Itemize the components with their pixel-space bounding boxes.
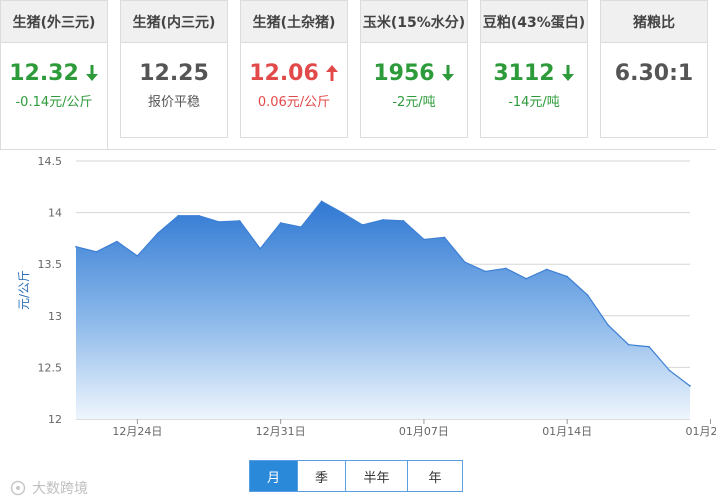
- card-price-value: 1956: [373, 60, 435, 86]
- card-change: 0.06元/公斤: [257, 95, 331, 110]
- card-price: 12.32: [1, 59, 107, 87]
- watermark: 大数跨境: [10, 478, 88, 498]
- y-tick-label: 14.5: [38, 155, 63, 168]
- data-point: [279, 222, 282, 224]
- price-chart: 12 12.5 13 13.5 14 14.5 12月24日 12月31日 01月07日 01月1…: [0, 149, 716, 449]
- card-title: 生猪(外三元): [1, 1, 107, 43]
- card-price: 12.25: [121, 59, 227, 87]
- card-price: 12.06: [241, 59, 347, 87]
- data-point: [648, 345, 650, 348]
- price-card[interactable]: 豆粕(43%蛋白) 3112 -14元/吨: [480, 0, 588, 138]
- data-point: [402, 220, 405, 222]
- data-point: [136, 255, 139, 257]
- y-axis-label: 元/公斤: [17, 270, 31, 310]
- range-tab[interactable]: 年: [408, 461, 462, 491]
- data-point: [484, 270, 487, 273]
- card-title: 生猪(土杂猪): [241, 1, 347, 43]
- range-tab[interactable]: 季: [298, 461, 346, 491]
- data-point: [116, 240, 118, 243]
- data-point: [464, 261, 466, 263]
- arrow-down-icon: [561, 64, 575, 82]
- data-point: [545, 268, 548, 271]
- data-point: [320, 200, 323, 203]
- data-point: [607, 324, 609, 326]
- price-card[interactable]: 生猪(外三元) 12.32 -0.14元/公斤: [0, 0, 108, 150]
- data-point: [341, 211, 343, 214]
- data-point: [586, 294, 589, 296]
- card-price-value: 12.32: [9, 60, 79, 86]
- watermark-logo-icon: [10, 480, 26, 496]
- y-tick-label: 13.5: [38, 258, 63, 271]
- card-title: 玉米(15%水分): [361, 1, 467, 43]
- x-tick-label: 12月31日: [256, 425, 306, 438]
- data-point: [238, 220, 241, 222]
- data-point: [75, 245, 77, 248]
- price-card[interactable]: 生猪(内三元) 12.25 报价平稳: [120, 0, 228, 138]
- card-price-value: 6.30:1: [614, 60, 694, 86]
- x-tick-label: 01月07日: [399, 425, 449, 438]
- price-card[interactable]: 玉米(15%水分) 1956 -2元/吨: [360, 0, 468, 138]
- arrow-up-icon: [325, 64, 339, 82]
- price-cards: 生猪(外三元) 12.32 -0.14元/公斤 生猪(内三元) 12.25 报价平稳 生猪(…: [0, 0, 716, 150]
- watermark-text: 大数跨境: [32, 481, 88, 497]
- range-tab[interactable]: 半年: [346, 461, 408, 491]
- x-tick-label: 01月14日: [542, 425, 592, 438]
- card-title: 生猪(内三元): [121, 1, 227, 43]
- y-tick-label: 12: [48, 413, 62, 426]
- range-tab[interactable]: 月: [250, 461, 298, 491]
- card-price: 1956: [361, 59, 467, 87]
- y-tick-label: 14: [48, 207, 62, 220]
- data-point: [259, 247, 262, 250]
- data-point: [95, 251, 98, 253]
- data-point: [525, 277, 528, 280]
- data-point: [177, 214, 180, 217]
- data-point: [218, 221, 221, 223]
- price-chart-svg: 12 12.5 13 13.5 14 14.5 12月24日 12月31日 01月07日 01月1…: [17, 155, 716, 438]
- card-change: -14元/吨: [508, 95, 560, 110]
- y-tick-label: 12.5: [38, 361, 63, 374]
- y-tick-label: 13: [48, 310, 62, 323]
- card-change: 报价平稳: [147, 95, 200, 110]
- data-point: [627, 343, 630, 346]
- card-change: -0.14元/公斤: [15, 95, 93, 110]
- price-card[interactable]: 生猪(土杂猪) 12.06 0.06元/公斤: [240, 0, 348, 138]
- data-point: [689, 385, 691, 387]
- card-change: -2元/吨: [392, 95, 436, 110]
- data-point: [505, 267, 507, 270]
- x-tick-label: 12月24日: [112, 425, 162, 438]
- card-price: 3112: [481, 59, 587, 87]
- card-price-value: 12.06: [249, 60, 319, 86]
- arrow-down-icon: [85, 64, 99, 82]
- price-card[interactable]: 猪粮比 6.30:1: [600, 0, 708, 138]
- arrow-down-icon: [441, 64, 455, 82]
- card-price: 6.30:1: [601, 59, 707, 87]
- data-point: [423, 238, 425, 241]
- data-point: [668, 369, 671, 372]
- data-point: [443, 236, 446, 239]
- data-point: [361, 224, 364, 226]
- data-point: [382, 219, 384, 221]
- data-point: [198, 214, 200, 217]
- range-selector: 月季半年年: [249, 460, 463, 492]
- data-point: [300, 226, 302, 228]
- data-point: [566, 275, 568, 278]
- card-title: 猪粮比: [601, 1, 707, 43]
- data-point: [157, 232, 159, 235]
- card-price-value: 12.25: [139, 60, 209, 86]
- x-tick-label: 01月21日: [685, 425, 716, 438]
- card-title: 豆粕(43%蛋白): [481, 1, 587, 43]
- card-price-value: 3112: [493, 60, 555, 86]
